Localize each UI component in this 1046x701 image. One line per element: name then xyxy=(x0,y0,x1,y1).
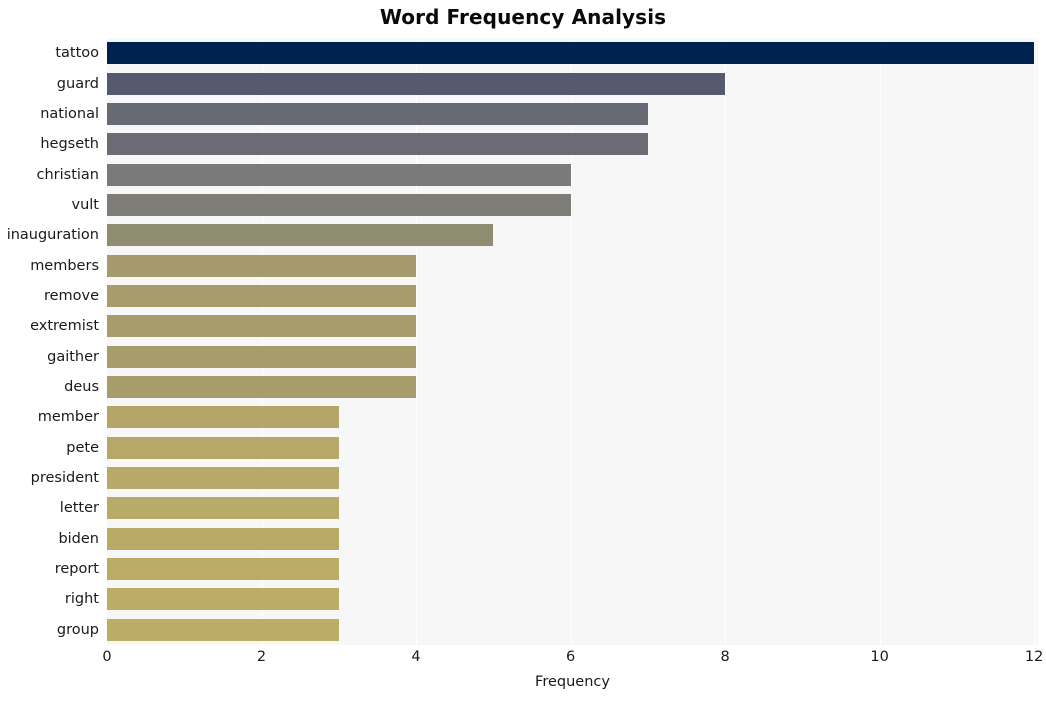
bar xyxy=(107,436,339,459)
y-tick-label: letter xyxy=(59,500,99,517)
bar xyxy=(107,42,1035,65)
y-tick-label: group xyxy=(56,621,99,638)
y-tick-label: gaither xyxy=(47,348,99,365)
y-tick-label: pete xyxy=(66,439,99,456)
x-tick-label: 12 xyxy=(1024,649,1044,665)
x-tick-label: 8 xyxy=(720,649,730,665)
plot-area xyxy=(107,38,1038,645)
y-tick-label: report xyxy=(54,561,99,578)
y-tick-label: hegseth xyxy=(40,136,99,153)
bar xyxy=(107,163,571,186)
y-axis-tick-labels: tattoo guard national hegseth christian vult i… xyxy=(0,38,99,645)
bar xyxy=(107,406,339,429)
y-tick-label: member xyxy=(37,409,99,426)
y-tick-label: christian xyxy=(36,166,100,183)
y-tick-label: biden xyxy=(58,530,99,547)
x-tick-label: 10 xyxy=(870,649,889,665)
bar xyxy=(107,284,417,307)
y-tick-label: vult xyxy=(71,196,100,213)
x-axis-tick-labels: 0 2 4 6 8 10 12 xyxy=(102,649,1043,671)
bar xyxy=(107,72,726,95)
bar xyxy=(107,558,339,581)
bar xyxy=(107,376,417,399)
y-tick-label: deus xyxy=(64,379,99,396)
x-tick-label: 6 xyxy=(565,649,576,665)
bar xyxy=(107,588,339,611)
x-tick-label: 0 xyxy=(102,649,112,665)
bar xyxy=(107,133,648,156)
y-tick-label: extremist xyxy=(30,318,99,335)
x-tick-label: 4 xyxy=(411,649,421,665)
chart-figure: Word Frequency Analysis tattoo guard natio… xyxy=(0,0,1046,701)
gridline-x-6 xyxy=(570,38,572,645)
bar xyxy=(107,497,339,520)
y-tick-label: guard xyxy=(56,75,99,92)
gridline-x-12 xyxy=(1034,38,1036,645)
bar xyxy=(107,193,571,216)
bar xyxy=(107,224,494,247)
x-tick-label: 2 xyxy=(256,649,267,665)
x-axis-title: Frequency xyxy=(535,674,610,690)
y-tick-label: inauguration xyxy=(6,227,99,244)
y-tick-label: remove xyxy=(43,287,99,304)
bar xyxy=(107,618,339,641)
bar xyxy=(107,315,417,338)
bar xyxy=(107,102,648,125)
bar xyxy=(107,345,417,368)
gridline-x-2 xyxy=(261,38,263,645)
y-tick-label: tattoo xyxy=(55,45,99,62)
y-tick-label: right xyxy=(64,591,99,608)
bar xyxy=(107,254,417,277)
y-tick-label: members xyxy=(30,257,99,274)
gridline-x-8 xyxy=(725,38,727,645)
bar xyxy=(107,467,339,490)
gridline-x-4 xyxy=(416,38,418,645)
y-tick-label: national xyxy=(40,105,99,122)
gridline-x-10 xyxy=(879,38,881,645)
y-tick-label: president xyxy=(30,470,99,487)
chart-title: Word Frequency Analysis xyxy=(379,5,667,29)
bar xyxy=(107,527,339,550)
